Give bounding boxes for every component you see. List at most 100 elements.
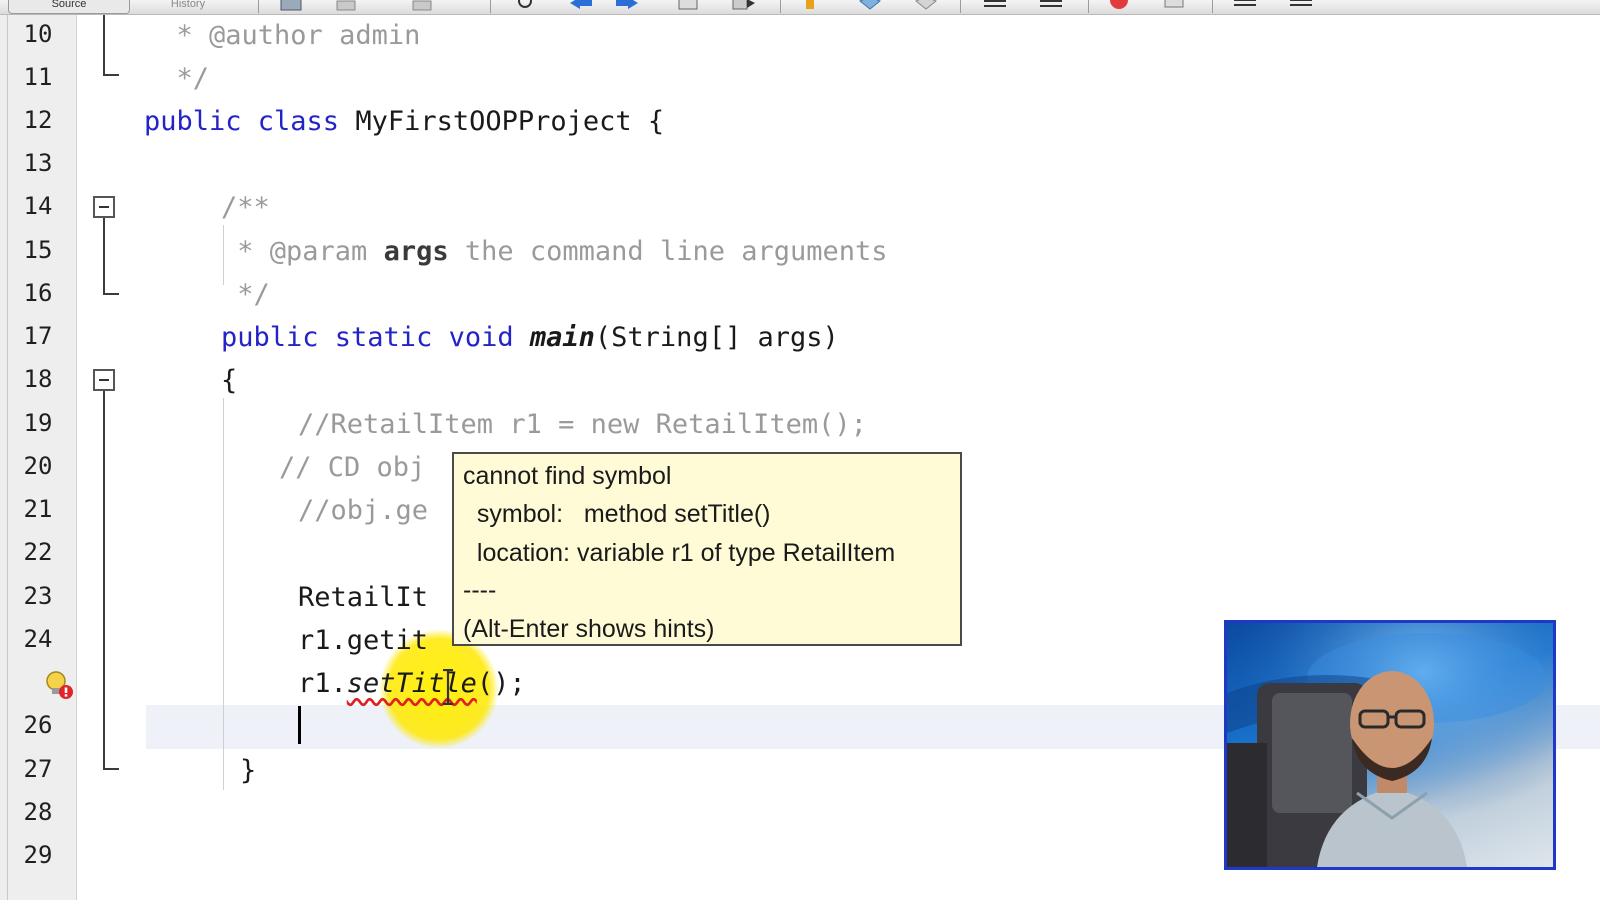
line-number: 19 [23, 409, 53, 437]
comment-text: // CD obj [279, 452, 426, 483]
code-text: r1. [298, 668, 347, 699]
fold-minus-icon[interactable] [93, 196, 115, 218]
line-number: 18 [23, 365, 53, 393]
lightbulb-error-icon[interactable] [44, 670, 74, 700]
code-line-10[interactable]: * @author admin [144, 20, 421, 51]
editor-toolbar: Source History [0, 0, 1600, 15]
brace: { [221, 365, 238, 396]
indent-guide [223, 398, 224, 790]
shift-right-icon[interactable] [912, 0, 938, 11]
comment-text: */ [221, 279, 270, 310]
webcam-overlay [1224, 620, 1556, 870]
find-previous-icon[interactable] [568, 0, 594, 11]
comment-text: //obj.ge [298, 495, 429, 526]
record-icon[interactable] [1106, 0, 1132, 11]
code-line-20[interactable]: // CD obj [279, 452, 425, 483]
comment-text: //RetailItem r1 = new RetailItem(); [298, 409, 867, 440]
code-text: RetailIt [298, 582, 429, 613]
back-icon[interactable] [334, 0, 360, 11]
code-line-23[interactable]: RetailIt [298, 582, 428, 613]
code-line-14[interactable]: /** [221, 192, 270, 223]
line-number: 21 [23, 495, 53, 523]
comment-icon[interactable] [1232, 0, 1258, 11]
error-method-call[interactable]: setTitle [347, 668, 477, 699]
code-line-25[interactable]: r1.setTitle(); [298, 668, 526, 699]
code-line-18[interactable]: { [221, 365, 237, 396]
line-number: 13 [23, 149, 53, 177]
toolbar-separator [960, 0, 961, 13]
tooltip-hint: (Alt-Enter shows hints) [463, 615, 715, 643]
fold-line-end [103, 74, 119, 76]
toolbar-separator [780, 0, 781, 13]
code-line-11[interactable]: */ [144, 63, 210, 94]
stop-macro-icon[interactable] [1038, 0, 1064, 11]
tooltip-title: cannot find symbol [463, 462, 672, 490]
toolbar-separator [490, 0, 491, 13]
line-number: 14 [23, 192, 53, 220]
line-number: 22 [23, 538, 53, 566]
bookmark-icon[interactable] [730, 0, 756, 11]
code-line-19[interactable]: //RetailItem r1 = new RetailItem(); [298, 409, 867, 440]
code-line-24[interactable]: r1.getit [298, 625, 428, 656]
line-number: 27 [23, 755, 53, 783]
code-line-12[interactable]: public class MyFirstOOPProject { [144, 106, 664, 137]
start-macro-icon[interactable] [982, 0, 1008, 11]
fold-line [103, 15, 105, 75]
text-caret [298, 706, 301, 744]
error-tooltip: cannot find symbol symbol: method setTit… [452, 452, 962, 646]
tab-history[interactable]: History [132, 0, 244, 14]
javadoc-param-name: args [383, 236, 449, 267]
line-number: 17 [23, 322, 53, 350]
tooltip-separator: ---- [463, 576, 497, 604]
code-text: (); [476, 668, 526, 699]
class-name: MyFirstOOPProject { [339, 106, 665, 137]
line-number: 15 [23, 236, 53, 264]
find-icon[interactable] [514, 0, 540, 11]
comment-text: the command line arguments [448, 236, 888, 267]
method-name: main [529, 322, 595, 353]
last-edit-icon[interactable] [278, 0, 304, 11]
line-number: 28 [23, 798, 53, 826]
line-number: 11 [23, 63, 53, 91]
line-number: 24 [23, 625, 53, 653]
line-number: 26 [23, 711, 53, 739]
toolbar-separator [1212, 0, 1213, 13]
ibeam-cursor-icon [443, 669, 453, 705]
fold-line-end [103, 768, 119, 770]
stop-icon[interactable] [1162, 0, 1188, 11]
uncomment-icon[interactable] [1288, 0, 1314, 11]
comment-text: /** [221, 192, 270, 223]
toolbar-separator [258, 0, 259, 13]
toggle-breakpoint-icon[interactable] [798, 0, 824, 11]
code-text: r1.getit [298, 625, 429, 656]
forward-icon[interactable] [410, 0, 436, 11]
line-number: 29 [23, 841, 53, 869]
fold-minus-icon[interactable] [93, 369, 115, 391]
find-next-icon[interactable] [614, 0, 640, 11]
code-line-27[interactable]: } [240, 755, 256, 786]
tooltip-location: location: variable r1 of type RetailItem [463, 539, 896, 567]
toggle-highlight-icon[interactable] [676, 0, 702, 11]
shift-left-icon[interactable] [856, 0, 882, 11]
brace: } [240, 755, 257, 786]
javadoc-tag: @param [269, 236, 368, 267]
line-number: 20 [23, 452, 53, 480]
line-number: 23 [23, 582, 53, 610]
toolbar-separator [1088, 0, 1089, 13]
code-line-16[interactable]: */ [221, 279, 270, 310]
method-signature: (String[] args) [594, 322, 839, 353]
code-line-17[interactable]: public static void main(String[] args) [221, 322, 839, 353]
keyword: public class [144, 106, 340, 137]
gutter-edge [7, 15, 8, 900]
comment-text: * @author admin [144, 20, 421, 51]
fold-line [103, 218, 105, 294]
code-line-21[interactable]: //obj.ge [298, 495, 428, 526]
comment-text: */ [144, 63, 210, 94]
comment-text: * [221, 236, 270, 267]
keyword: public static void [221, 322, 514, 353]
tooltip-symbol: symbol: method setTitle() [463, 500, 771, 528]
tab-source[interactable]: Source [8, 0, 130, 14]
code-line-15[interactable]: * @param args the command line arguments [221, 236, 888, 267]
fold-line [103, 391, 105, 769]
line-number: 16 [23, 279, 53, 307]
